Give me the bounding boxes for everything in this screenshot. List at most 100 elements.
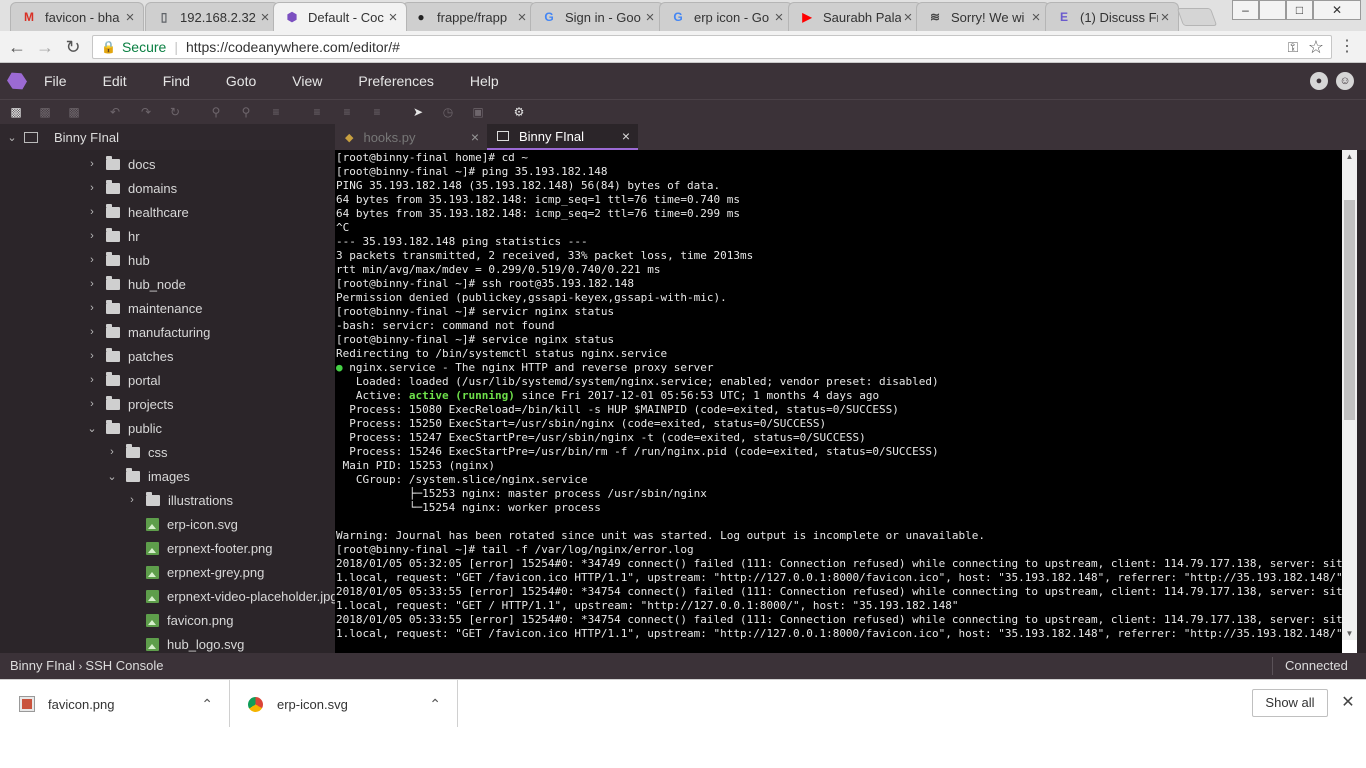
search-icon[interactable]: ⚲	[209, 105, 223, 119]
chevron-right-icon[interactable]: ›	[124, 494, 140, 506]
sidebar-project-header[interactable]: ⌄ Binny FInal	[0, 124, 335, 150]
close-downloads-icon[interactable]: ✕	[1338, 692, 1358, 712]
close-tab-icon[interactable]: ×	[386, 9, 400, 26]
tree-item-public[interactable]: ⌄ public	[84, 416, 162, 440]
scroll-up-icon[interactable]: ▲	[1342, 152, 1357, 161]
preview-icon[interactable]: ▣	[471, 105, 485, 119]
download-item-favicon[interactable]: favicon.png ⌃	[0, 680, 230, 728]
chevron-right-icon[interactable]: ›	[84, 374, 100, 386]
chevron-up-icon[interactable]: ⌃	[429, 696, 441, 713]
reload-icon[interactable]: ↻	[62, 36, 84, 58]
run-send-icon[interactable]: ➤	[411, 105, 425, 119]
tree-item-hub[interactable]: › hub	[84, 248, 150, 272]
browser-tab[interactable]: E (1) Discuss Fr ×	[1045, 2, 1179, 31]
forward-arrow-icon[interactable]: →	[34, 36, 56, 58]
format-icon[interactable]: ≡	[269, 105, 283, 119]
browser-tab[interactable]: ● frappe/frapp ×	[402, 2, 536, 31]
tree-item-projects[interactable]: › projects	[84, 392, 174, 416]
new-tab-button[interactable]	[1176, 8, 1218, 26]
chevron-right-icon[interactable]: ›	[84, 206, 100, 218]
chevron-right-icon[interactable]: ›	[84, 398, 100, 410]
new-file-icon[interactable]: ▩	[9, 105, 23, 119]
browser-tab[interactable]: ▯ 192.168.2.32 ×	[145, 2, 279, 31]
browser-tab[interactable]: ▶ Saurabh Pala ×	[788, 2, 922, 31]
user-avatar-icon[interactable]: ☺	[1336, 72, 1354, 90]
key-icon[interactable]: ⚿	[1282, 36, 1304, 58]
save-all-icon[interactable]: ▩	[67, 105, 81, 119]
menu-goto[interactable]: Goto	[226, 73, 256, 89]
download-item-erp-icon[interactable]: erp-icon.svg ⌃	[230, 680, 458, 728]
maximize-button[interactable]: □	[1286, 0, 1313, 20]
menu-edit[interactable]: Edit	[103, 73, 127, 89]
save-icon[interactable]: ▩	[38, 105, 52, 119]
chevron-right-icon[interactable]: ›	[84, 254, 100, 266]
tree-item-portal[interactable]: › portal	[84, 368, 161, 392]
tree-item-css[interactable]: › css	[104, 440, 168, 464]
chevron-right-icon[interactable]: ›	[104, 446, 120, 458]
chevron-down-icon[interactable]: ⌄	[104, 470, 120, 483]
tree-item-hub-logo-svg[interactable]: hub_logo.svg	[124, 632, 244, 653]
close-tab-icon[interactable]: ×	[471, 129, 479, 145]
tree-item-domains[interactable]: › domains	[84, 176, 177, 200]
menu-help[interactable]: Help	[470, 73, 499, 89]
ssh-terminal[interactable]: [root@binny-final home]# cd ~ [root@binny…	[335, 150, 1342, 653]
redo-icon[interactable]: ↷	[139, 105, 153, 119]
indent-icon[interactable]: ≡	[310, 105, 324, 119]
profile-button[interactable]	[1259, 0, 1286, 20]
tree-item-maintenance[interactable]: › maintenance	[84, 296, 202, 320]
history-icon[interactable]: ◷	[441, 105, 455, 119]
refresh-icon[interactable]: ↻	[168, 105, 182, 119]
tree-item-images[interactable]: ⌄ images	[104, 464, 190, 488]
browser-tab[interactable]: ≋ Sorry! We wi ×	[916, 2, 1050, 31]
editor-tab-binny-final[interactable]: Binny FInal ×	[487, 124, 638, 150]
comment-icon[interactable]: ≡	[370, 105, 384, 119]
tree-item-erpnext-video-placeholder-jpg[interactable]: erpnext-video-placeholder.jpg	[124, 584, 335, 608]
menu-find[interactable]: Find	[163, 73, 190, 89]
chevron-right-icon[interactable]: ›	[84, 230, 100, 242]
bookmark-star-icon[interactable]: ☆	[1305, 36, 1327, 58]
close-tab-icon[interactable]: ×	[515, 9, 529, 26]
chevron-right-icon[interactable]: ›	[84, 182, 100, 194]
chevron-right-icon[interactable]: ›	[84, 278, 100, 290]
menu-file[interactable]: File	[44, 73, 67, 89]
browser-tab[interactable]: G Sign in - Goo ×	[530, 2, 664, 31]
scrollbar-thumb[interactable]	[1344, 200, 1355, 420]
close-tab-icon[interactable]: ×	[643, 9, 657, 26]
editor-tab-hooks[interactable]: ◆ hooks.py ×	[335, 124, 487, 150]
chevron-down-icon[interactable]: ⌄	[84, 422, 100, 435]
browser-tab[interactable]: Mfavicon - bha ×	[10, 2, 144, 31]
chevron-right-icon[interactable]: ›	[84, 158, 100, 170]
close-tab-icon[interactable]: ×	[622, 128, 630, 144]
chevron-right-icon[interactable]: ›	[84, 350, 100, 362]
tree-item-manufacturing[interactable]: › manufacturing	[84, 320, 210, 344]
tree-item-patches[interactable]: › patches	[84, 344, 174, 368]
menu-preferences[interactable]: Preferences	[358, 73, 433, 89]
tree-item-favicon-png[interactable]: favicon.png	[124, 608, 234, 632]
terminal-scrollbar[interactable]: ▲ ▼	[1342, 150, 1357, 640]
breadcrumb-leaf[interactable]: SSH Console	[85, 658, 163, 673]
close-tab-icon[interactable]: ×	[1158, 9, 1172, 26]
close-tab-icon[interactable]: ×	[772, 9, 786, 26]
notification-bell-icon[interactable]: ●	[1310, 72, 1328, 90]
menu-view[interactable]: View	[292, 73, 322, 89]
minimize-button[interactable]: –	[1232, 0, 1259, 20]
tree-item-illustrations[interactable]: › illustrations	[124, 488, 233, 512]
show-all-button[interactable]: Show all	[1252, 689, 1328, 717]
close-tab-icon[interactable]: ×	[258, 9, 272, 26]
chevron-down-icon[interactable]: ⌄	[0, 131, 24, 144]
close-tab-icon[interactable]: ×	[123, 9, 137, 26]
browser-tab[interactable]: Gerp icon - Go ×	[659, 2, 793, 31]
close-tab-icon[interactable]: ×	[901, 9, 915, 26]
url-input[interactable]: 🔒 Secure | https://codeanywhere.com/edit…	[92, 35, 1332, 59]
close-window-button[interactable]: ✕	[1313, 0, 1361, 20]
tree-item-hr[interactable]: › hr	[84, 224, 140, 248]
outdent-icon[interactable]: ≡	[340, 105, 354, 119]
close-tab-icon[interactable]: ×	[1029, 9, 1043, 26]
scroll-down-icon[interactable]: ▼	[1342, 629, 1357, 638]
search-replace-icon[interactable]: ⚲	[239, 105, 253, 119]
tree-item-erpnext-grey-png[interactable]: erpnext-grey.png	[124, 560, 264, 584]
browser-tab[interactable]: ⬢ Default - Coc ×	[273, 2, 407, 31]
tree-item-healthcare[interactable]: › healthcare	[84, 200, 189, 224]
breadcrumb-root[interactable]: Binny FInal	[10, 658, 75, 673]
settings-gear-icon[interactable]: ⚙	[512, 105, 526, 119]
